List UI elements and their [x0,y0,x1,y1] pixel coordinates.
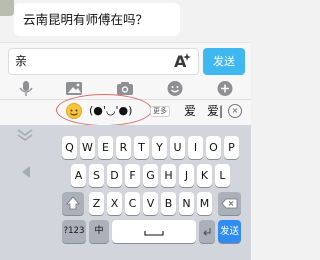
key-m[interactable]: M [197,192,212,215]
key-x[interactable]: X [107,192,122,215]
key-e[interactable]: E [98,136,113,159]
input-bar: 亲 A 发送 [0,42,251,79]
keyboard-send-button[interactable]: 发送 [218,220,241,243]
key-r[interactable]: R [116,136,131,159]
key-q[interactable]: Q [62,136,77,159]
key-h[interactable]: H [161,164,176,187]
plus-icon[interactable] [216,80,234,97]
key-b[interactable]: B [161,192,176,215]
mic-icon[interactable] [17,80,35,97]
key-c[interactable]: C [125,192,140,215]
key-d[interactable]: D [107,164,122,187]
numbers-key[interactable]: ?123 [62,220,86,243]
key-k[interactable]: K [197,164,212,187]
more-candidates-button[interactable]: 更多 [150,106,170,117]
left-arrow-icon[interactable] [22,166,30,178]
shift-key[interactable] [62,192,84,215]
font-style-icon[interactable]: A [170,50,194,72]
candidate-kaomoji[interactable]: (●'◡'●) [89,102,132,120]
key-j[interactable]: J [179,164,194,187]
collapse-chevron-icon[interactable] [15,127,35,143]
return-key[interactable] [199,220,215,243]
message-bubble: 云南昆明有师傅在吗？ [14,3,180,36]
key-z[interactable]: Z [89,192,104,215]
key-o[interactable]: O [206,136,221,159]
emoji-face-icon[interactable] [166,80,184,97]
key-u[interactable]: U [170,136,185,159]
send-button[interactable]: 发送 [203,48,245,75]
language-key[interactable]: 中 [89,220,109,243]
key-w[interactable]: W [80,136,95,159]
key-a[interactable]: A [71,164,86,187]
key-g[interactable]: G [143,164,158,187]
space-key[interactable] [112,220,196,243]
image-icon[interactable] [65,80,83,97]
smiley-emoji[interactable] [66,103,82,119]
candidate-word-1[interactable]: 爱 [184,102,196,120]
key-n[interactable]: N [179,192,194,215]
svg-text:A: A [174,52,187,71]
chat-area: 云南昆明有师傅在吗？ [0,0,251,42]
key-y[interactable]: Y [152,136,167,159]
key-s[interactable]: S [89,164,104,187]
key-v[interactable]: V [143,192,158,215]
backspace-key[interactable] [218,192,241,215]
key-l[interactable]: L [215,164,230,187]
candidate-word-2[interactable]: 爱| [207,102,223,120]
key-p[interactable]: P [224,136,239,159]
clear-icon[interactable]: × [228,104,242,118]
key-f[interactable]: F [125,164,140,187]
avatar[interactable] [0,0,14,16]
key-t[interactable]: T [134,136,149,159]
key-i[interactable]: I [188,136,203,159]
